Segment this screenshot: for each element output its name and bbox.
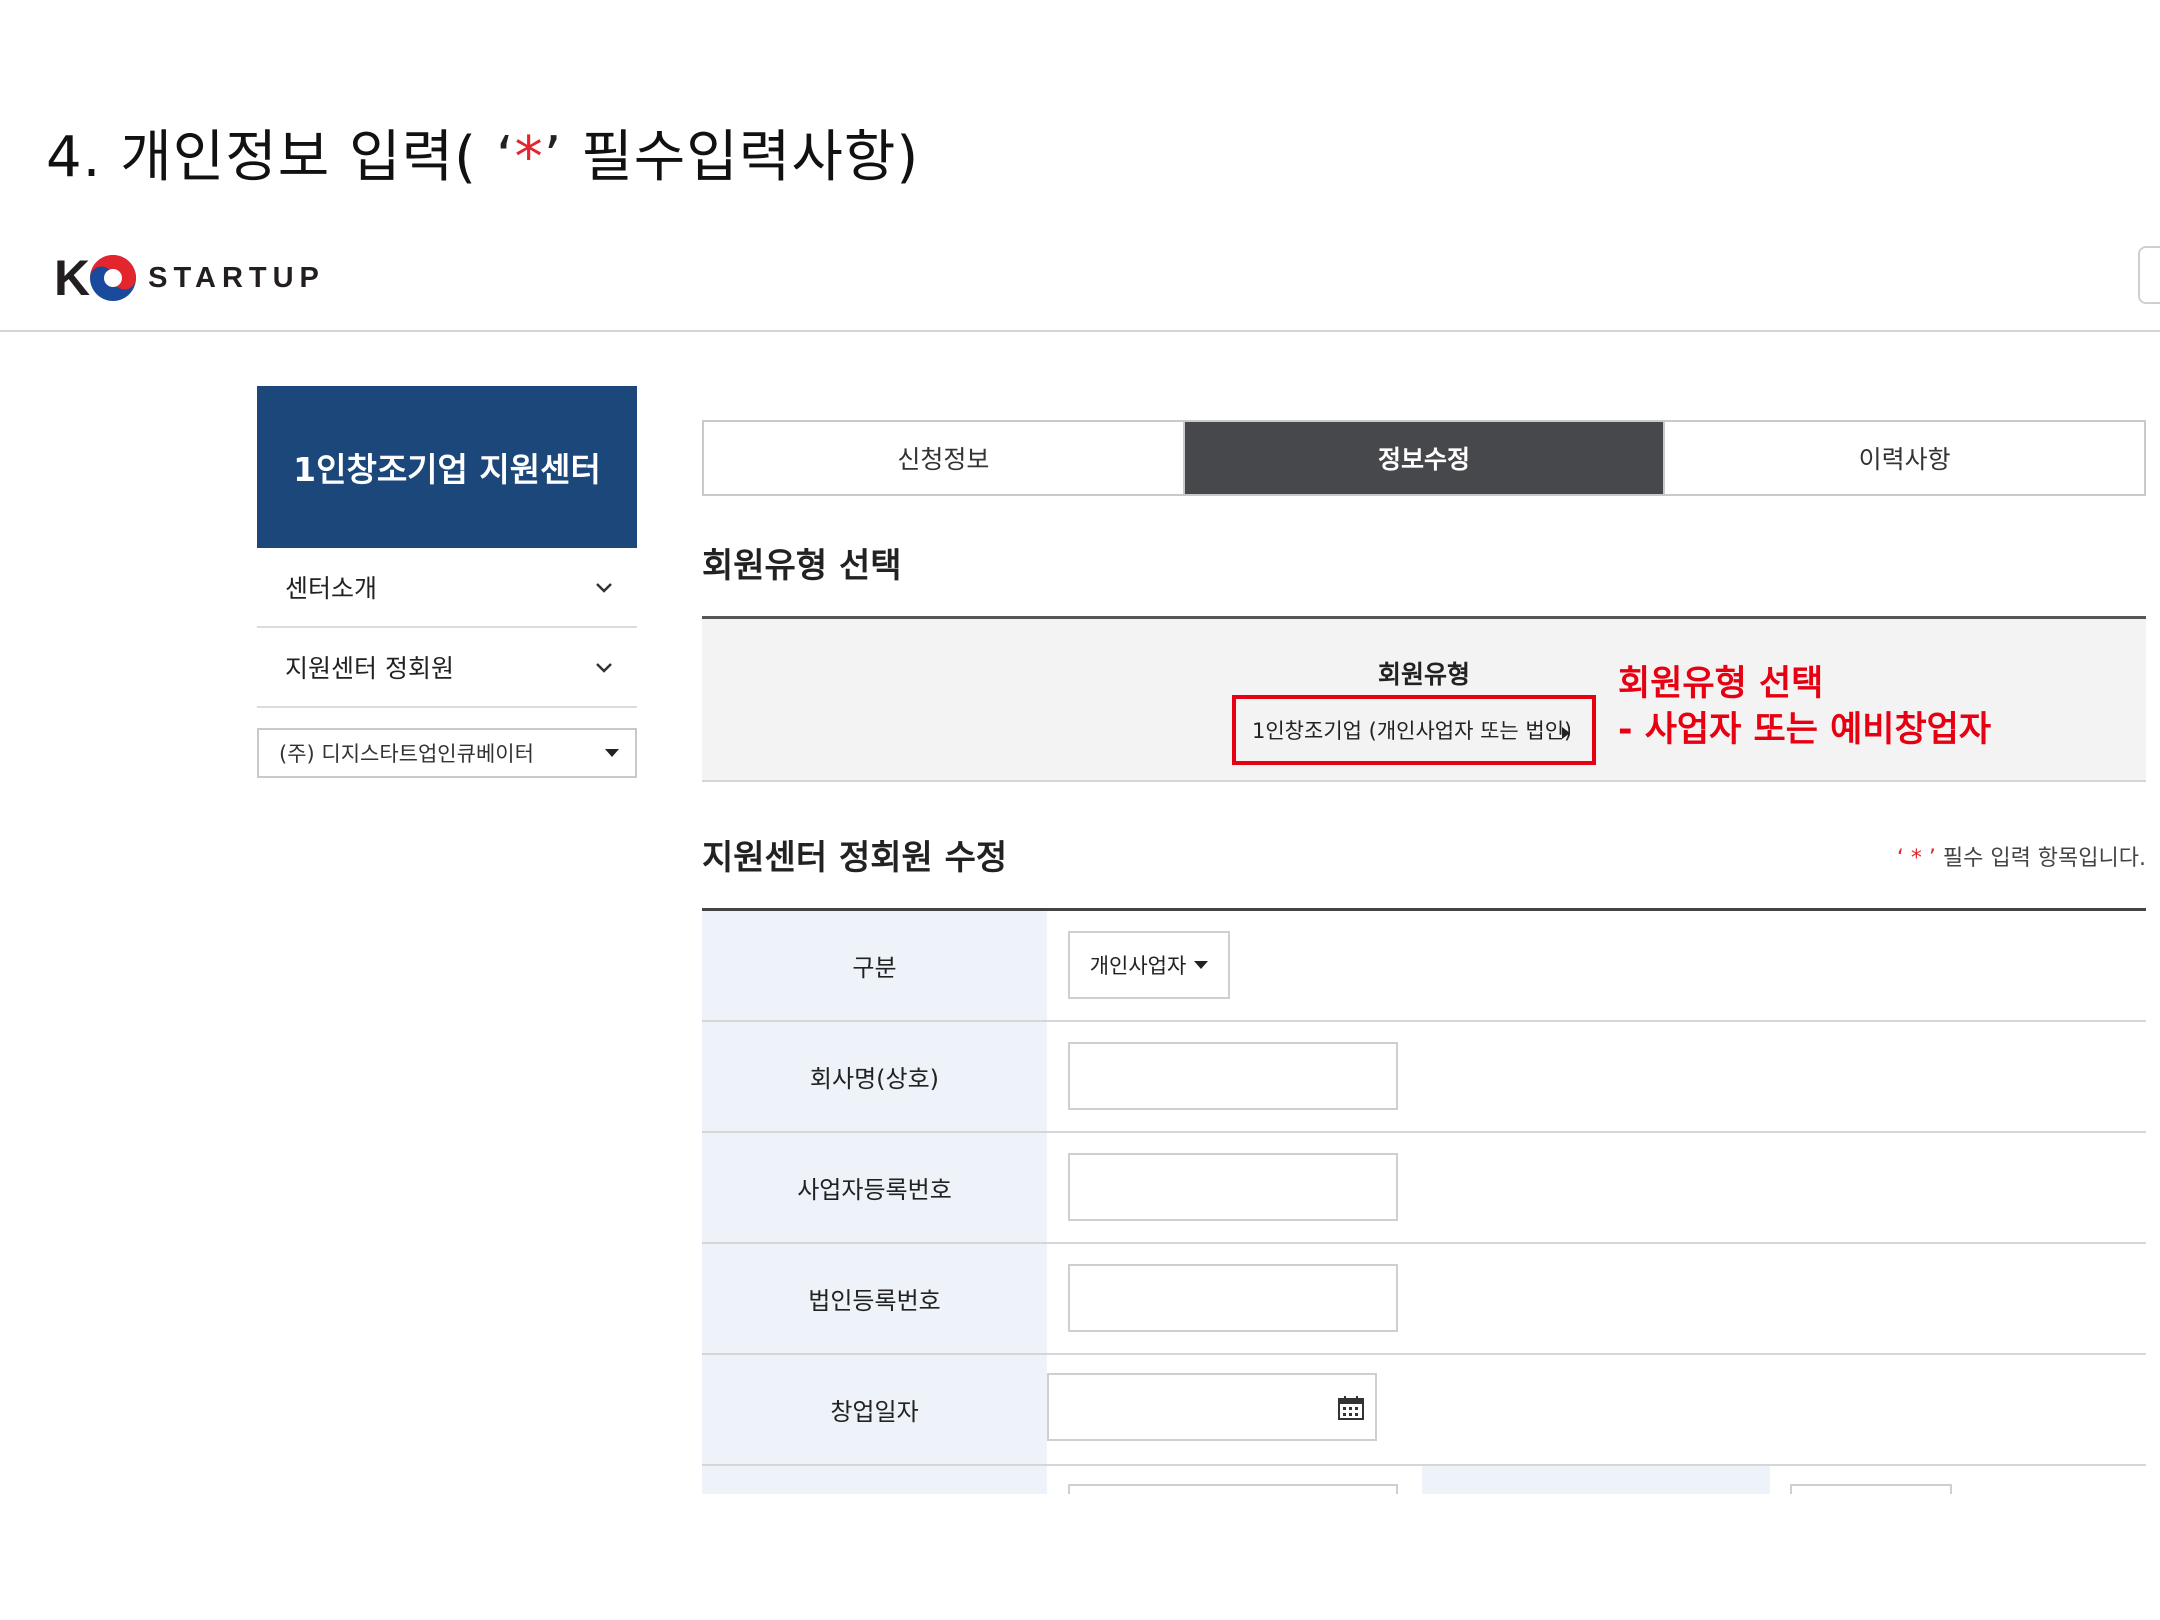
partial-input-1[interactable] bbox=[1068, 1484, 1398, 1494]
tab-application-info[interactable]: 신청정보 bbox=[704, 422, 1185, 494]
field-label: 구분 bbox=[702, 911, 1047, 1020]
sidebar-item-label: 센터소개 bbox=[285, 574, 378, 603]
annotation-line-2: - 사업자 또는 예비창업자 bbox=[1618, 710, 1992, 750]
annotation-callout: 회원유형 선택 - 사업자 또는 예비창업자 bbox=[1618, 661, 1991, 753]
member-type-label: 회원유형 bbox=[1378, 660, 1471, 689]
form-row-partial bbox=[702, 1466, 2146, 1494]
sidebar-banner: 1인창조기업 지원센터 bbox=[257, 386, 637, 548]
field-label: 사업자등록번호 bbox=[702, 1133, 1047, 1242]
member-edit-form: 구분 개인사업자 회사명(상호) 사업자등록번호 법인등록번호 창업일자 bbox=[702, 908, 2146, 1494]
member-edit-section-title: 지원센터 정회원 수정 bbox=[702, 838, 1008, 878]
caret-right-icon bbox=[1562, 727, 1570, 739]
corp-reg-no-input[interactable] bbox=[1068, 1264, 1398, 1332]
center-select-value: (주) 디지스타트업인큐베이터 bbox=[279, 742, 534, 766]
sidebar: 1인창조기업 지원센터 센터소개 지원센터 정회원 (주) 디지스타트업인큐베이… bbox=[257, 386, 637, 778]
company-name-input[interactable] bbox=[1068, 1042, 1398, 1110]
category-select[interactable]: 개인사업자 bbox=[1068, 931, 1230, 999]
required-note: ‘ * ’ 필수 입력 항목입니다. bbox=[1896, 846, 2146, 871]
tab-bar: 신청정보 정보수정 이력사항 bbox=[702, 420, 2146, 496]
logo-text: STARTUP bbox=[148, 261, 325, 294]
field-label: 법인등록번호 bbox=[702, 1244, 1047, 1353]
member-type-value: 1인창조기업 (개인사업자 또는 법인) bbox=[1252, 719, 1570, 743]
form-row-corp-reg-no: 법인등록번호 bbox=[702, 1244, 2146, 1355]
form-row-company-name: 회사명(상호) bbox=[702, 1022, 2146, 1133]
taegeuk-logo-icon bbox=[90, 255, 137, 301]
caret-down-icon bbox=[1194, 961, 1209, 969]
sidebar-item-label: 지원센터 정회원 bbox=[285, 654, 454, 683]
chevron-down-icon bbox=[596, 583, 612, 593]
member-type-section-title: 회원유형 선택 bbox=[702, 546, 902, 586]
caret-down-icon bbox=[605, 749, 619, 757]
category-select-value: 개인사업자 bbox=[1089, 954, 1187, 978]
kstartup-logo[interactable]: K STARTUP bbox=[54, 250, 325, 306]
form-row-category: 구분 개인사업자 bbox=[702, 911, 2146, 1022]
main-content: 신청정보 정보수정 이력사항 회원유형 선택 회원유형 1인창조기업 (개인사업… bbox=[702, 420, 2146, 1494]
sidebar-item-members[interactable]: 지원센터 정회원 bbox=[257, 628, 637, 708]
site-header: K STARTUP bbox=[0, 222, 2160, 332]
calendar-icon[interactable] bbox=[1337, 1395, 1365, 1421]
annotation-line-1: 회원유형 선택 bbox=[1618, 664, 1824, 704]
tab-history[interactable]: 이력사항 bbox=[1665, 422, 2144, 494]
form-row-founding-date: 창업일자 bbox=[702, 1355, 2146, 1466]
chevron-down-icon bbox=[596, 663, 612, 673]
field-label-partial-2 bbox=[1422, 1466, 1770, 1494]
field-label: 회사명(상호) bbox=[702, 1022, 1047, 1131]
sidebar-item-center-intro[interactable]: 센터소개 bbox=[257, 548, 637, 628]
center-select[interactable]: (주) 디지스타트업인큐베이터 bbox=[257, 728, 637, 778]
form-row-business-reg-no: 사업자등록번호 bbox=[702, 1133, 2146, 1244]
header-button-edge[interactable] bbox=[2138, 246, 2160, 304]
member-type-box: 회원유형 1인창조기업 (개인사업자 또는 법인) 회원유형 선택 - 사업자 … bbox=[702, 616, 2146, 782]
slide-title: 4. 개인정보 입력( ‘*’ 필수입력사항) bbox=[46, 125, 920, 190]
founding-date-input[interactable] bbox=[1047, 1373, 1377, 1441]
member-type-select[interactable]: 1인창조기업 (개인사업자 또는 법인) bbox=[1232, 695, 1596, 765]
field-label-partial bbox=[702, 1466, 1047, 1494]
partial-input-2[interactable] bbox=[1790, 1484, 1952, 1494]
field-label: 창업일자 bbox=[702, 1355, 1047, 1464]
tab-edit-info[interactable]: 정보수정 bbox=[1184, 422, 1666, 494]
sidebar-banner-title: 1인창조기업 지원센터 bbox=[293, 450, 601, 489]
business-reg-no-input[interactable] bbox=[1068, 1153, 1398, 1221]
logo-k: K bbox=[54, 250, 91, 306]
